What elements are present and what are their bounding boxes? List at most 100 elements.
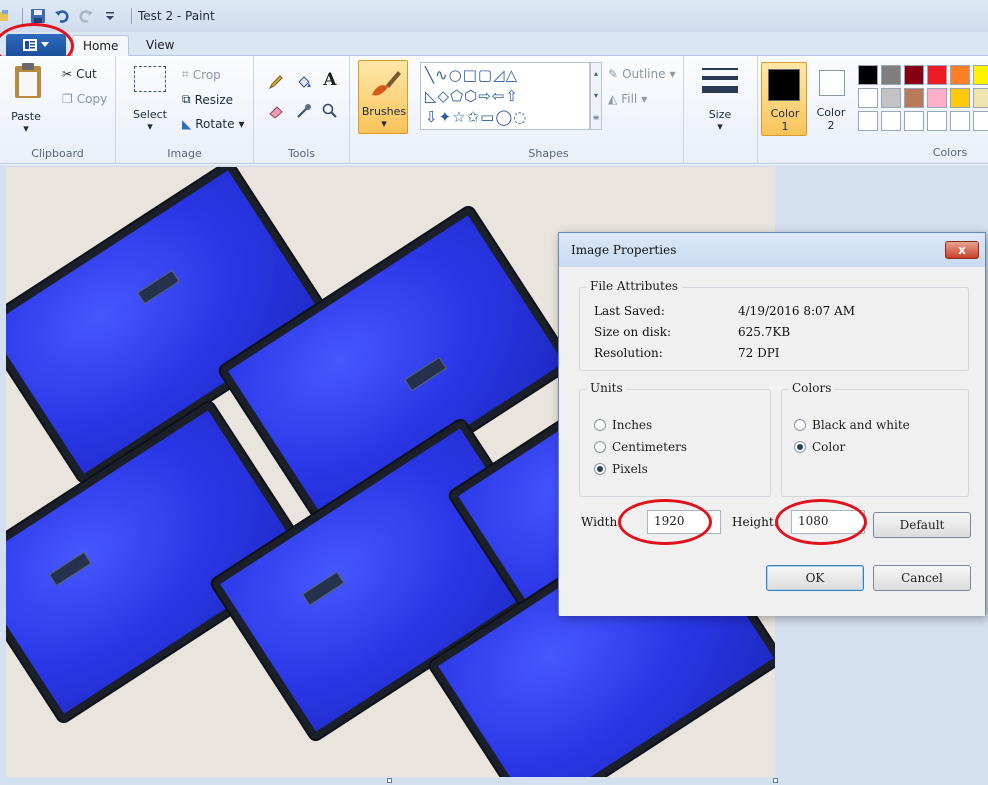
copy-button[interactable]: ❐ Copy [62,92,107,106]
color-swatch[interactable] [973,111,988,131]
cancel-button[interactable]: Cancel [873,565,971,591]
color-swatch[interactable] [881,65,901,85]
shapes-scroll[interactable]: ▴ ▾ ≡ [590,62,602,130]
color-swatch[interactable] [904,88,924,108]
radio-button [594,419,606,431]
undo-icon[interactable] [53,7,71,25]
close-button[interactable]: x [945,241,979,259]
color-swatch[interactable] [950,88,970,108]
magnifier-icon[interactable] [320,101,340,121]
units-group: Units Inches Centimeters Pixels [579,381,771,497]
window-title: Test 2 - Paint [138,9,215,23]
color-swatch[interactable] [927,111,947,131]
colors-bw-radio[interactable]: Black and white [794,418,910,432]
color-swatch[interactable] [950,111,970,131]
cut-label: Cut [76,67,97,81]
image-group: Select ▾ ⌗ Crop ⧉ Resize ◣ Rotate ▾ Imag… [116,56,254,164]
width-field[interactable]: 1920 [647,510,721,534]
radio-button-selected [594,463,606,475]
default-button[interactable]: Default [873,512,971,538]
shapes-group-label: Shapes [528,147,569,160]
units-inches-label: Inches [612,418,653,432]
outline-label: Outline [622,67,666,81]
height-field[interactable]: 1080 [791,510,865,534]
fill-bucket-icon[interactable] [294,72,314,92]
size-button[interactable]: Size ▾ [698,64,742,134]
text-tool-icon[interactable]: A [320,70,340,90]
colors-legend: Colors [788,381,836,395]
chevron-down-icon: ▾ [147,120,153,133]
colors-group: Colors Black and white Color [781,381,969,497]
outline-button[interactable]: ✎ Outline ▾ [608,67,676,81]
paint-app-icon[interactable] [0,7,10,25]
color-swatch[interactable] [973,88,988,108]
resolution-value: 72 DPI [738,346,780,360]
save-icon[interactable] [29,7,47,25]
pencil-icon[interactable] [266,72,286,92]
chevron-down-icon: ▾ [238,117,245,131]
units-pixels-radio[interactable]: Pixels [594,462,648,476]
customize-qat-icon[interactable] [101,7,119,25]
file-menu-button[interactable] [6,34,66,56]
scissors-icon: ✂ [62,67,73,81]
eraser-icon[interactable] [266,101,286,121]
color-swatch[interactable] [973,65,988,85]
units-inches-radio[interactable]: Inches [594,418,652,432]
dialog-title-bar: Image Properties x [559,233,985,267]
qat-separator [22,8,23,24]
color2-label: Color [816,106,846,119]
last-saved-value: 4/19/2016 8:07 AM [738,304,856,318]
color-swatch[interactable] [858,65,878,85]
color1-button[interactable]: Color 1 [761,62,807,136]
size-on-disk-value: 625.7KB [738,325,791,339]
image-group-label: Image [167,147,202,160]
crop-icon: ⌗ [182,67,189,81]
rotate-button[interactable]: ◣ Rotate ▾ [182,117,245,131]
canvas-resize-handle-corner[interactable] [773,778,778,783]
color2-number: 2 [827,119,835,132]
tab-home[interactable]: Home [72,35,130,57]
cut-button[interactable]: ✂ Cut [62,67,97,81]
redo-icon[interactable] [77,7,95,25]
color2-button[interactable]: Color 2 [811,62,851,136]
ribbon-tabs: Home View [0,32,988,57]
shapes-group: ╲∿○□▢◿△ ◺◇⬠⬡⇨⇦⇧ ⇩✦☆✩▭◯◌ ▴ ▾ ≡ ✎ Outline ▾ … [414,56,684,164]
dialog-body: File Attributes Last Saved: 4/19/2016 8:… [559,267,985,616]
color-swatch[interactable] [881,111,901,131]
chevron-down-icon: ▾ [381,117,387,130]
paste-button[interactable]: Paste ▾ [10,62,46,135]
fill-label: Fill [621,92,638,106]
fill-button[interactable]: ◭ Fill ▾ [608,92,647,106]
units-legend: Units [586,381,627,395]
color-swatch[interactable] [904,111,924,131]
crop-button[interactable]: ⌗ Crop [182,67,221,82]
title-bar: Test 2 - Paint [0,0,988,32]
shapes-gallery[interactable]: ╲∿○□▢◿△ ◺◇⬠⬡⇨⇦⇧ ⇩✦☆✩▭◯◌ [420,62,590,130]
colors-color-radio[interactable]: Color [794,440,845,454]
color-swatch[interactable] [858,88,878,108]
rotate-label: Rotate [195,117,235,131]
color-swatch[interactable] [950,65,970,85]
canvas-resize-handle-bottom[interactable] [387,778,392,783]
color-swatch[interactable] [858,111,878,131]
clipboard-group-label: Clipboard [31,147,84,160]
tools-group-label: Tools [287,147,316,160]
color-swatch[interactable] [881,88,901,108]
resize-button[interactable]: ⧉ Resize [182,92,233,107]
color-swatch[interactable] [927,65,947,85]
resize-icon: ⧉ [182,92,191,106]
brushes-button[interactable]: Brushes ▾ [358,60,408,134]
units-centimeters-radio[interactable]: Centimeters [594,440,687,454]
select-button[interactable]: Select ▾ [130,66,170,133]
width-label: Width: [581,515,622,529]
ribbon: Paste ▾ ✂ Cut ❐ Copy Clipboard Select ▾ … [0,56,988,164]
color-swatch[interactable] [927,88,947,108]
title-separator [131,8,132,24]
color-swatch[interactable] [904,65,924,85]
units-pixels-label: Pixels [612,462,648,476]
ok-button[interactable]: OK [766,565,864,591]
image-properties-dialog: Image Properties x File Attributes Last … [558,232,986,616]
tab-view[interactable]: View [136,35,184,57]
paste-icon [15,63,41,98]
color-picker-icon[interactable] [294,101,314,121]
